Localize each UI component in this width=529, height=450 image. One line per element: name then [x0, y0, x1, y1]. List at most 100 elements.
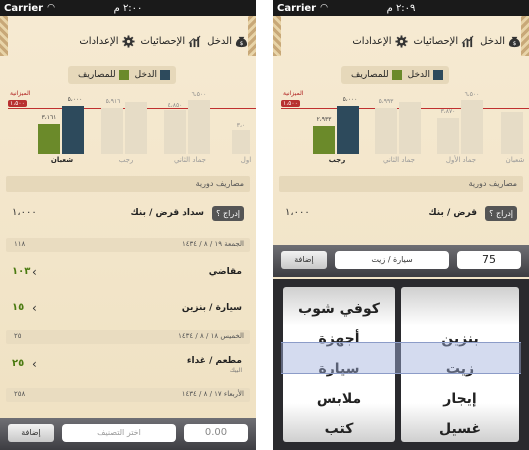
insert-button[interactable]: إدراج ؟: [485, 206, 517, 221]
bar-income-jumada1[interactable]: [461, 100, 483, 154]
bar-expense-shaban[interactable]: [501, 112, 523, 154]
add-button[interactable]: إضافة: [8, 424, 54, 442]
bar-expense-jumada1[interactable]: [437, 118, 459, 154]
bar-income-jumada2[interactable]: [188, 100, 210, 154]
expense-item[interactable]: ٢٥ ‹ مطعم / غداء البيك: [6, 356, 250, 378]
bar-income-jumada2[interactable]: [399, 102, 421, 154]
recurring-title: قرض / بنك: [428, 208, 477, 218]
decor-stripe: [0, 16, 8, 56]
bar-income-awwal[interactable]: [232, 130, 250, 154]
chart-icon: [461, 35, 474, 47]
bar-value-label: ٦،٥٠٠: [464, 91, 480, 98]
day-date: الأربعاء ١٧ / ٨ / ١٤٣٤: [181, 390, 244, 398]
budget-label: الميزانية: [283, 90, 304, 97]
tab-stats[interactable]: الإحصائيات: [414, 32, 475, 50]
status-bar: Carrier ◠ ٢:٠٠ م: [0, 0, 256, 16]
chart-legend: الدخل للمصاريف: [68, 66, 176, 84]
chart-icon: [188, 35, 201, 47]
recurring-amount: ١،٠٠٠: [285, 207, 310, 218]
day-total: ٢٥٨: [14, 390, 26, 398]
money-bag-icon: $: [235, 36, 248, 47]
phone-screen-right: Carrier ◠ ٢:٠٩ م $ الدخل الإحصائيات الإع…: [273, 0, 529, 450]
expense-amount: ١٠٣: [12, 266, 31, 277]
gear-icon: [394, 34, 408, 48]
bar-expense-rajab[interactable]: [313, 126, 335, 154]
expense-title: مطعم / غداء: [186, 356, 242, 366]
bar-income-rajab[interactable]: [337, 106, 359, 154]
bar-expense-jumada2[interactable]: [375, 108, 397, 154]
money-bag-icon: $: [508, 36, 521, 47]
tab-income[interactable]: $ الدخل: [480, 32, 521, 50]
picker-option[interactable]: كوفي شوب: [283, 294, 395, 324]
bar-value-label: ٦،٥٠٠: [191, 91, 207, 98]
monthly-bar-chart: الميزانية ١،٥٠٠ ٥،٠٠٠ ٣،١٦١ ٥،٩١٦ ٦،٥٠٠ …: [0, 88, 256, 168]
status-time: ٢:٠٩ م: [386, 2, 416, 14]
picker-option[interactable]: إيجار: [401, 384, 519, 414]
expense-amount: ٢٥: [12, 358, 25, 369]
chart-legend: الدخل للمصاريف: [341, 66, 449, 84]
budget-value: ١،٥٠٠: [8, 100, 27, 107]
month-label: جماد الأول: [445, 156, 477, 164]
svg-text:$: $: [240, 41, 244, 47]
bar-income-rajab[interactable]: [125, 102, 147, 154]
legend-income-label: الدخل: [407, 70, 430, 80]
day-header: الأربعاء ١٧ / ٨ / ١٤٣٤ ٢٥٨: [6, 388, 250, 402]
gear-icon: [121, 34, 135, 48]
tab-settings[interactable]: الإعدادات: [79, 32, 135, 50]
monthly-bar-chart: الميزانية ١،٥٠٠ ٥،٠٠٠ ٢،٩٣٣ ٥،٩٩٣ ٣،٨٧٠ …: [273, 88, 529, 168]
tab-income-label: الدخل: [207, 35, 232, 47]
section-header-recurring: مصاريف دورية: [6, 176, 250, 192]
expense-item[interactable]: ١٥ ‹ سيارة / بنزين: [6, 300, 250, 318]
svg-text:$: $: [513, 41, 517, 47]
insert-button[interactable]: إدراج ؟: [212, 206, 244, 221]
legend-income: الدخل: [408, 70, 443, 80]
day-date: الجمعة ١٩ / ٨ / ١٤٣٤: [182, 240, 244, 248]
bar-income-shaban[interactable]: [62, 106, 84, 154]
day-date: الخميس ١٨ / ٨ / ١٤٣٤: [178, 332, 244, 340]
tab-income[interactable]: $ الدخل: [207, 32, 248, 50]
month-label: شعبان: [50, 156, 74, 164]
expense-amount: ١٥: [12, 302, 25, 313]
amount-input[interactable]: 0.00: [184, 424, 248, 442]
expense-title: مقاضي: [208, 267, 242, 277]
bar-value-label: ٣،١٦١: [41, 114, 57, 121]
month-label: جماد الثاني: [174, 156, 206, 164]
budget-value: ١،٥٠٠: [281, 100, 300, 107]
picker-option[interactable]: كتب: [283, 414, 395, 442]
bar-value-label: ٣،٠: [236, 122, 246, 129]
legend-expenses-label: للمصاريف: [351, 70, 389, 80]
expense-title: سيارة / بنزين: [181, 303, 242, 313]
day-total: ١١٨: [14, 240, 26, 248]
status-time: ٢:٠٠ م: [113, 2, 143, 14]
picker-option[interactable]: [401, 294, 519, 324]
bar-value-label: ٥،٩١٦: [105, 98, 121, 105]
add-button[interactable]: إضافة: [281, 251, 327, 269]
category-picker-field[interactable]: اختر التصنيف: [62, 424, 176, 442]
recurring-expense-row[interactable]: ١،٠٠٠ قرض / بنك إدراج ؟: [279, 205, 523, 223]
recurring-amount: ١،٠٠٠: [12, 207, 37, 218]
bar-expense-rajab[interactable]: [101, 108, 123, 154]
picker-option[interactable]: ملابس: [283, 384, 395, 414]
tab-settings-label: الإعدادات: [79, 35, 119, 47]
legend-expenses: للمصاريف: [78, 70, 129, 80]
tab-stats-label: الإحصائيات: [140, 35, 186, 47]
month-label: شعبان: [505, 156, 525, 164]
bar-expense-shaban[interactable]: [38, 124, 60, 154]
category-picker-field[interactable]: سيارة / زيت: [335, 251, 449, 269]
legend-income: الدخل: [135, 70, 170, 80]
recurring-expense-row[interactable]: ١،٠٠٠ سداد قرض / بنك إدراج ؟: [6, 205, 250, 223]
top-tabs: $ الدخل الإحصائيات الإعدادات: [8, 32, 248, 50]
chevron-left-icon: ‹: [32, 265, 37, 279]
expense-item[interactable]: ١٠٣ ‹ مقاضي: [6, 264, 250, 282]
bar-value-label: ٢،٩٣٣: [316, 116, 332, 123]
tab-stats[interactable]: الإحصائيات: [141, 32, 202, 50]
budget-label: الميزانية: [10, 90, 31, 97]
month-label: رجب: [118, 156, 134, 164]
picker-option[interactable]: غسيل: [401, 414, 519, 442]
tab-settings[interactable]: الإعدادات: [352, 32, 408, 50]
bar-expense-jumada2[interactable]: [164, 110, 186, 154]
legend-expenses-label: للمصاريف: [78, 70, 116, 80]
amount-input[interactable]: 75: [457, 251, 521, 269]
recurring-title: سداد قرض / بنك: [130, 208, 204, 218]
picker-selection-indicator: [281, 342, 521, 374]
